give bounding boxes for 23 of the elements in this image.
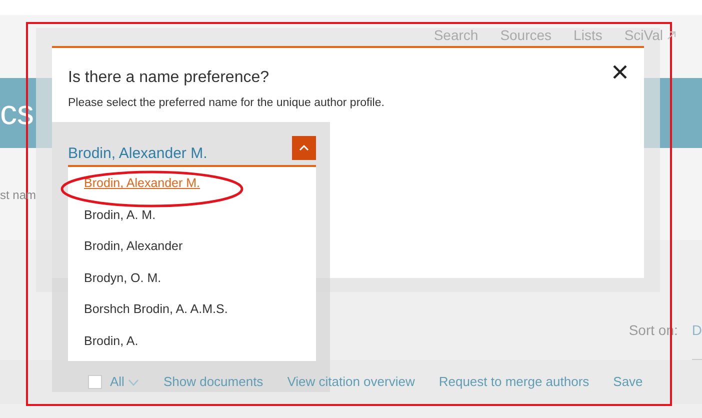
dialog-title: Is there a name preference? — [68, 68, 270, 88]
toolbar-link[interactable]: Request to merge authors — [438, 372, 590, 392]
chevron-up-icon — [299, 145, 309, 151]
name-option[interactable]: Brodyn, O. M. — [84, 268, 162, 288]
nav-link[interactable]: Search — [434, 25, 478, 78]
name-option[interactable]: Borshch Brodin, A. A.M.S. — [84, 300, 228, 320]
select-all-dropdown[interactable]: All — [110, 372, 124, 392]
nav-link[interactable]: SciVal — [624, 25, 663, 78]
toolbar-link[interactable]: View citation overview — [287, 372, 415, 392]
close-button[interactable] — [612, 64, 628, 80]
nav-link[interactable]: Sources — [500, 25, 552, 78]
caret-icon — [128, 378, 140, 386]
toolbar-link[interactable]: Show documents — [163, 372, 264, 392]
dialog-subtitle: Please select the preferred name for the unique author profile. — [68, 96, 386, 112]
external-link-icon — [667, 31, 676, 40]
collapse-button[interactable] — [292, 136, 316, 160]
name-option[interactable]: Brodin, A. M. — [84, 206, 156, 225]
name-option[interactable]: Brodin, A. — [84, 332, 138, 351]
close-icon — [612, 64, 628, 80]
name-option[interactable]: Brodin, Alexander — [84, 237, 183, 256]
select-all-checkbox[interactable] — [88, 375, 102, 389]
toolbar-link[interactable]: Save — [613, 372, 643, 392]
nav-link[interactable]: Lists — [574, 25, 602, 78]
